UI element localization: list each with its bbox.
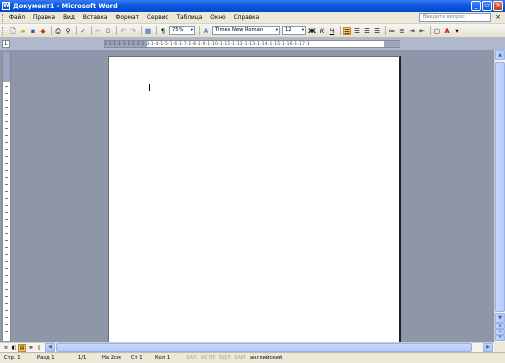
menu-insert[interactable]: Вставка	[83, 15, 108, 21]
document-workspace	[13, 50, 494, 342]
insert-table-icon[interactable]: ▦	[144, 27, 152, 35]
chevron-down-icon: ▾	[190, 28, 193, 33]
vertical-ruler-top-margin	[3, 52, 10, 82]
menu-file[interactable]: Файл	[9, 15, 25, 21]
print-preview-icon[interactable]: ⚲	[64, 27, 72, 35]
vertical-ruler[interactable]	[2, 52, 11, 341]
status-overtype[interactable]: ЗАМ	[234, 355, 245, 361]
status-page-count: 1/1	[78, 355, 87, 361]
undo-icon[interactable]: ↶	[119, 27, 127, 35]
borders-icon[interactable]: ▢	[433, 27, 441, 35]
menu-bar: Файл Правка Вид Вставка Формат Сервис Та…	[0, 12, 505, 24]
menu-table[interactable]: Таблица	[177, 15, 203, 21]
font-name-combo[interactable]: Times New Roman ▾	[212, 26, 280, 35]
document-page[interactable]	[108, 56, 401, 342]
status-bar: Стр. 1 Разд 1 1/1 На 2см Ст 1 Кол 1 ЗАП …	[0, 352, 505, 363]
menu-help[interactable]: Справка	[234, 15, 260, 21]
word-icon[interactable]: W	[2, 2, 10, 10]
horizontal-scroll-thumb[interactable]	[56, 343, 472, 352]
status-track-changes[interactable]: ИСПР	[201, 355, 216, 361]
print-layout-icon[interactable]: ▤	[18, 344, 26, 352]
document-close-icon[interactable]: ×	[495, 13, 501, 22]
open-icon[interactable]: ▰	[19, 27, 27, 35]
ruler-right-margin	[384, 41, 400, 47]
numbering-icon[interactable]: ≔	[388, 27, 396, 35]
normal-view-icon[interactable]: ≡	[2, 344, 10, 352]
font-color-icon[interactable]: A	[443, 27, 451, 35]
scroll-down-button[interactable]: ▼	[495, 313, 505, 323]
status-language[interactable]: английский	[250, 355, 282, 361]
menu-tools[interactable]: Сервис	[147, 15, 169, 21]
align-left-icon[interactable]: ☰	[343, 26, 351, 36]
menu-window[interactable]: Окно	[210, 15, 225, 21]
spelling-icon[interactable]: ✓	[79, 27, 87, 35]
bold-button[interactable]: Ж	[308, 27, 316, 35]
bullets-icon[interactable]: ≡	[398, 27, 406, 35]
status-record-macro[interactable]: ЗАП	[186, 355, 197, 361]
horizontal-scrollbar-area: ≡ ◧ ▤ ≣ ▯ ◀ ▶	[0, 342, 494, 352]
zoom-combo[interactable]: 75% ▾	[169, 26, 195, 35]
font-size-value: 12	[285, 27, 292, 33]
tab-selector-button[interactable]: L	[2, 40, 10, 48]
align-center-icon[interactable]: ☰	[353, 27, 361, 35]
toolbar-grip-handle[interactable]	[2, 26, 5, 35]
zoom-value: 75%	[172, 27, 184, 33]
scrollbar-corner	[494, 342, 505, 352]
toolbar-options-chevron-icon[interactable]: ▾	[453, 27, 461, 35]
vertical-ruler-ticks	[5, 86, 8, 336]
next-page-button[interactable]: ⯆	[495, 335, 505, 341]
redo-icon[interactable]: ↷	[129, 27, 137, 35]
align-right-icon[interactable]: ☰	[363, 27, 371, 35]
styles-icon[interactable]: A	[202, 27, 210, 35]
status-line: Ст 1	[131, 355, 143, 361]
menu-edit[interactable]: Правка	[33, 15, 55, 21]
menu-format[interactable]: Формат	[115, 15, 139, 21]
indent-icon[interactable]: ⇥	[408, 27, 416, 35]
chevron-down-icon: ▾	[301, 28, 304, 33]
italic-button[interactable]: К	[318, 27, 326, 35]
reading-layout-icon[interactable]: ▯	[35, 344, 43, 352]
new-document-icon[interactable]: 🗋	[9, 27, 17, 35]
scroll-right-button[interactable]: ▶	[483, 343, 493, 352]
font-name-value: Times New Roman	[215, 27, 264, 33]
chevron-down-icon: ▾	[275, 28, 278, 33]
save-icon[interactable]: ▪	[29, 27, 37, 35]
horizontal-ruler[interactable]: 2·1·1·1·1·1·1·2·1·3·1·4·1·5·1·6·1·7·1·8·…	[104, 40, 400, 48]
status-position: На 2см	[102, 355, 121, 361]
minimize-button[interactable]: _	[471, 1, 481, 11]
menu-grip-handle[interactable]	[2, 13, 5, 22]
window-controls: _ ▭ ✕	[471, 1, 503, 11]
maximize-button[interactable]: ▭	[482, 1, 492, 11]
scroll-up-button[interactable]: ▲	[495, 50, 505, 60]
horizontal-ruler-bar: L 2·1·1·1·1·1·1·2·1·3·1·4·1·5·1·6·1·7·1·…	[0, 38, 505, 50]
text-cursor	[149, 84, 150, 91]
outline-view-icon[interactable]: ≣	[27, 344, 35, 352]
close-button[interactable]: ✕	[493, 1, 503, 11]
help-question-input[interactable]: Введите вопрос	[419, 13, 491, 22]
copy-icon[interactable]: ⧉	[104, 27, 112, 35]
standard-formatting-toolbar: 🗋 ▰ ▪ ◆ ⎙ ⚲ ✓ ✂ ⧉ ↶ ↷ ▦ ¶ 75% ▾ A Times N…	[0, 24, 505, 38]
vertical-scrollbar[interactable]: ▲ ▼ ⯅ • ⯆	[494, 50, 505, 342]
window-title: Документ1 - Microsoft Word	[13, 2, 118, 10]
status-page: Стр. 1	[4, 355, 21, 361]
show-formatting-icon[interactable]: ¶	[159, 27, 167, 35]
ruler-scale: 2·1·1·1·1·1·1·2·1·3·1·4·1·5·1·6·1·7·1·8·…	[104, 42, 310, 47]
scroll-left-button[interactable]: ◀	[45, 343, 55, 352]
font-size-combo[interactable]: 12 ▾	[282, 26, 306, 35]
status-column: Кол 1	[155, 355, 171, 361]
outdent-icon[interactable]: ⇤	[418, 27, 426, 35]
cut-icon[interactable]: ✂	[94, 27, 102, 35]
justify-icon[interactable]: ☰	[373, 27, 381, 35]
web-layout-icon[interactable]: ◧	[10, 344, 18, 352]
print-icon[interactable]: ⎙	[54, 27, 62, 35]
menu-view[interactable]: Вид	[63, 15, 75, 21]
underline-button[interactable]: Ч	[328, 27, 336, 35]
title-bar: W Документ1 - Microsoft Word _ ▭ ✕	[0, 0, 505, 12]
vertical-scroll-thumb[interactable]	[495, 62, 505, 312]
status-extend-selection[interactable]: ВДЛ	[219, 355, 231, 361]
permission-icon[interactable]: ◆	[39, 27, 47, 35]
status-section: Разд 1	[37, 355, 55, 361]
